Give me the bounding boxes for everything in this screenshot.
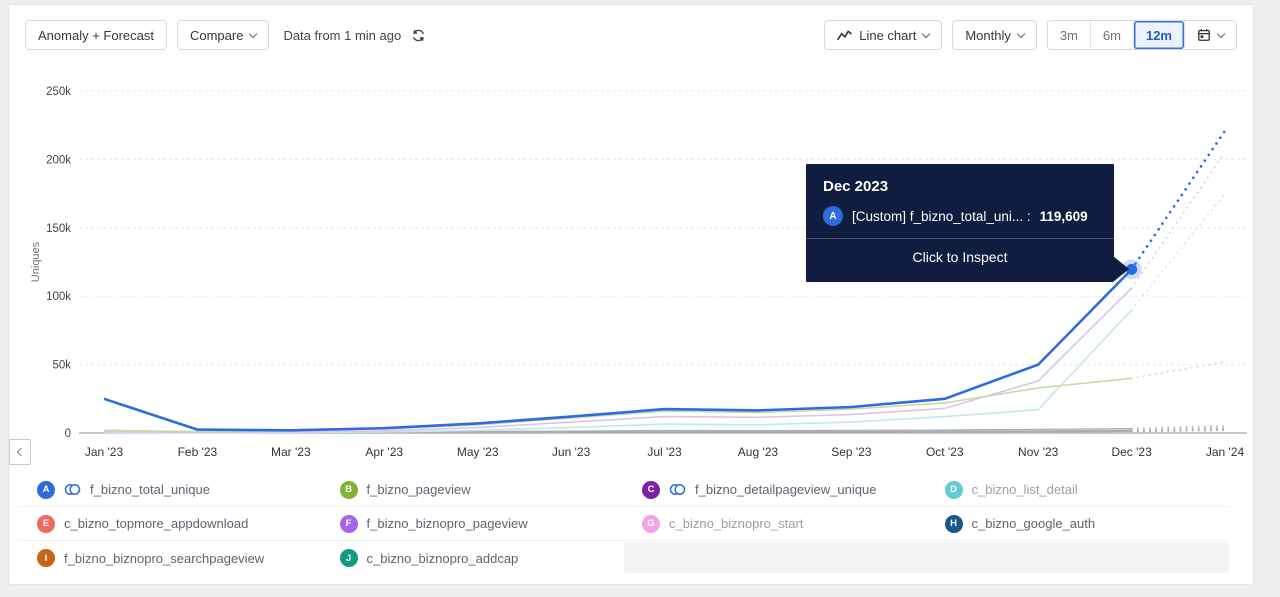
compare-button[interactable]: Compare bbox=[176, 20, 270, 50]
legend-item-label: f_bizno_biznopro_pageview bbox=[366, 516, 528, 531]
toolbar-left: Anomaly + Forecast Compare Data from 1 m… bbox=[25, 20, 426, 50]
svg-text:Nov '23: Nov '23 bbox=[1018, 445, 1059, 459]
formula-icon bbox=[64, 484, 81, 495]
legend-item-label: f_bizno_pageview bbox=[366, 482, 471, 497]
legend-item-g[interactable]: Gc_bizno_biznopro_start bbox=[624, 507, 927, 541]
legend-empty-cell bbox=[624, 542, 1229, 573]
date-range-segmented-control: 3m 6m 12m bbox=[1046, 20, 1237, 50]
chevron-down-icon bbox=[922, 29, 931, 38]
series-g-badge: G bbox=[642, 514, 660, 533]
chart-type-button[interactable]: Line chart bbox=[824, 20, 943, 50]
svg-text:Apr '23: Apr '23 bbox=[365, 445, 403, 459]
chevron-down-icon bbox=[1216, 29, 1226, 38]
granularity-button[interactable]: Monthly bbox=[952, 20, 1037, 50]
svg-text:200k: 200k bbox=[46, 154, 71, 166]
svg-text:Feb '23: Feb '23 bbox=[178, 445, 218, 459]
toolbar-right: Line chart Monthly 3m 6m 12m bbox=[824, 20, 1237, 50]
legend-item-i[interactable]: If_bizno_biznopro_searchpageview bbox=[19, 541, 322, 575]
refresh-button[interactable] bbox=[411, 28, 426, 43]
tooltip-title: Dec 2023 bbox=[823, 178, 889, 195]
svg-text:Jun '23: Jun '23 bbox=[552, 445, 591, 459]
legend-item-label: f_bizno_detailpageview_unique bbox=[695, 482, 877, 497]
series-d-badge: D bbox=[944, 480, 963, 499]
series-e-badge: E bbox=[37, 514, 55, 533]
legend-item-h[interactable]: Hc_bizno_google_auth bbox=[926, 507, 1229, 541]
chevron-down-icon bbox=[1016, 29, 1026, 38]
legend-item-j[interactable]: Jc_bizno_biznopro_addcap bbox=[322, 541, 625, 575]
data-freshness-text: Data from 1 min ago bbox=[283, 27, 402, 43]
series-h-badge: H bbox=[944, 514, 963, 533]
legend-item-f[interactable]: Ff_bizno_biznopro_pageview bbox=[321, 507, 624, 541]
series-c-badge: C bbox=[642, 480, 660, 499]
svg-text:Oct '23: Oct '23 bbox=[926, 445, 964, 459]
series-f-badge: F bbox=[339, 514, 358, 533]
svg-text:0: 0 bbox=[65, 428, 71, 440]
legend-item-label: f_bizno_biznopro_searchpageview bbox=[64, 550, 265, 566]
chevron-down-icon bbox=[249, 29, 258, 38]
svg-text:Uniques: Uniques bbox=[30, 241, 42, 282]
range-3m-label: 3m bbox=[1059, 27, 1078, 43]
range-12m-button[interactable]: 12m bbox=[1132, 21, 1184, 49]
toolbar: Anomaly + Forecast Compare Data from 1 m… bbox=[9, 5, 1253, 57]
svg-text:250k: 250k bbox=[46, 86, 71, 98]
legend-item-label: c_bizno_biznopro_start bbox=[669, 516, 804, 531]
tooltip-value: 119,609 bbox=[1039, 208, 1088, 224]
legend-item-label: f_bizno_total_unique bbox=[90, 482, 210, 497]
chart-type-label: Line chart bbox=[859, 27, 917, 43]
legend-item-label: c_bizno_biznopro_addcap bbox=[366, 550, 519, 566]
compare-label: Compare bbox=[189, 27, 244, 43]
range-12m-label: 12m bbox=[1145, 27, 1172, 43]
series-b-badge: B bbox=[339, 480, 358, 499]
series-a-badge: A bbox=[37, 480, 55, 499]
series-i-badge: I bbox=[37, 549, 55, 567]
svg-text:Sep '23: Sep '23 bbox=[831, 445, 872, 459]
calendar-icon bbox=[1198, 29, 1210, 41]
legend-item-label: c_bizno_list_detail bbox=[971, 482, 1078, 497]
legend-item-b[interactable]: Bf_bizno_pageview bbox=[321, 473, 624, 507]
range-6m-label: 6m bbox=[1102, 27, 1121, 43]
svg-text:Jan '23: Jan '23 bbox=[85, 445, 124, 459]
series-j-badge: J bbox=[339, 549, 358, 567]
range-6m-button[interactable]: 6m bbox=[1089, 21, 1133, 49]
anomaly-forecast-label: Anomaly + Forecast bbox=[38, 27, 154, 43]
granularity-label: Monthly bbox=[965, 27, 1011, 43]
series-a-badge: A bbox=[823, 206, 843, 226]
legend-item-c[interactable]: Cf_bizno_detailpageview_unique bbox=[624, 473, 927, 507]
svg-text:Jan '24: Jan '24 bbox=[1206, 445, 1245, 459]
chart-tooltip: Dec 2023 A [Custom] f_bizno_total_uni...… bbox=[806, 164, 1129, 282]
svg-text:Mar '23: Mar '23 bbox=[271, 445, 311, 459]
svg-text:150k: 150k bbox=[46, 223, 71, 235]
legend-item-e[interactable]: Ec_bizno_topmore_appdownload bbox=[19, 507, 322, 541]
svg-text:Aug '23: Aug '23 bbox=[738, 445, 779, 459]
svg-text:Dec '23: Dec '23 bbox=[1111, 445, 1152, 459]
date-picker-button[interactable] bbox=[1184, 21, 1236, 49]
click-to-inspect-button[interactable]: Click to Inspect bbox=[806, 238, 1114, 275]
tooltip-series-label: [Custom] f_bizno_total_uni... : bbox=[852, 208, 1031, 224]
line-chart-icon bbox=[837, 30, 853, 40]
legend-item-a[interactable]: Af_bizno_total_unique bbox=[19, 473, 322, 507]
svg-text:Jul '23: Jul '23 bbox=[647, 445, 682, 459]
svg-text:100k: 100k bbox=[46, 291, 71, 303]
range-3m-button[interactable]: 3m bbox=[1047, 21, 1090, 49]
chart-card: Anomaly + Forecast Compare Data from 1 m… bbox=[8, 4, 1254, 585]
legend-item-label: c_bizno_google_auth bbox=[971, 516, 1096, 531]
chevron-left-icon bbox=[16, 447, 26, 457]
legend: Af_bizno_total_unique Bf_bizno_pageview Cf… bbox=[9, 473, 1255, 575]
scroll-left-button[interactable] bbox=[9, 439, 31, 465]
legend-item-d[interactable]: Dc_bizno_list_detail bbox=[926, 473, 1229, 507]
tooltip-series-row: A [Custom] f_bizno_total_uni... : 119,60… bbox=[806, 195, 1114, 238]
formula-icon bbox=[669, 484, 686, 495]
refresh-icon bbox=[413, 29, 425, 41]
anomaly-forecast-button[interactable]: Anomaly + Forecast bbox=[25, 20, 167, 50]
svg-text:May '23: May '23 bbox=[457, 445, 499, 459]
svg-text:50k: 50k bbox=[52, 360, 71, 372]
legend-item-label: c_bizno_topmore_appdownload bbox=[64, 516, 249, 531]
